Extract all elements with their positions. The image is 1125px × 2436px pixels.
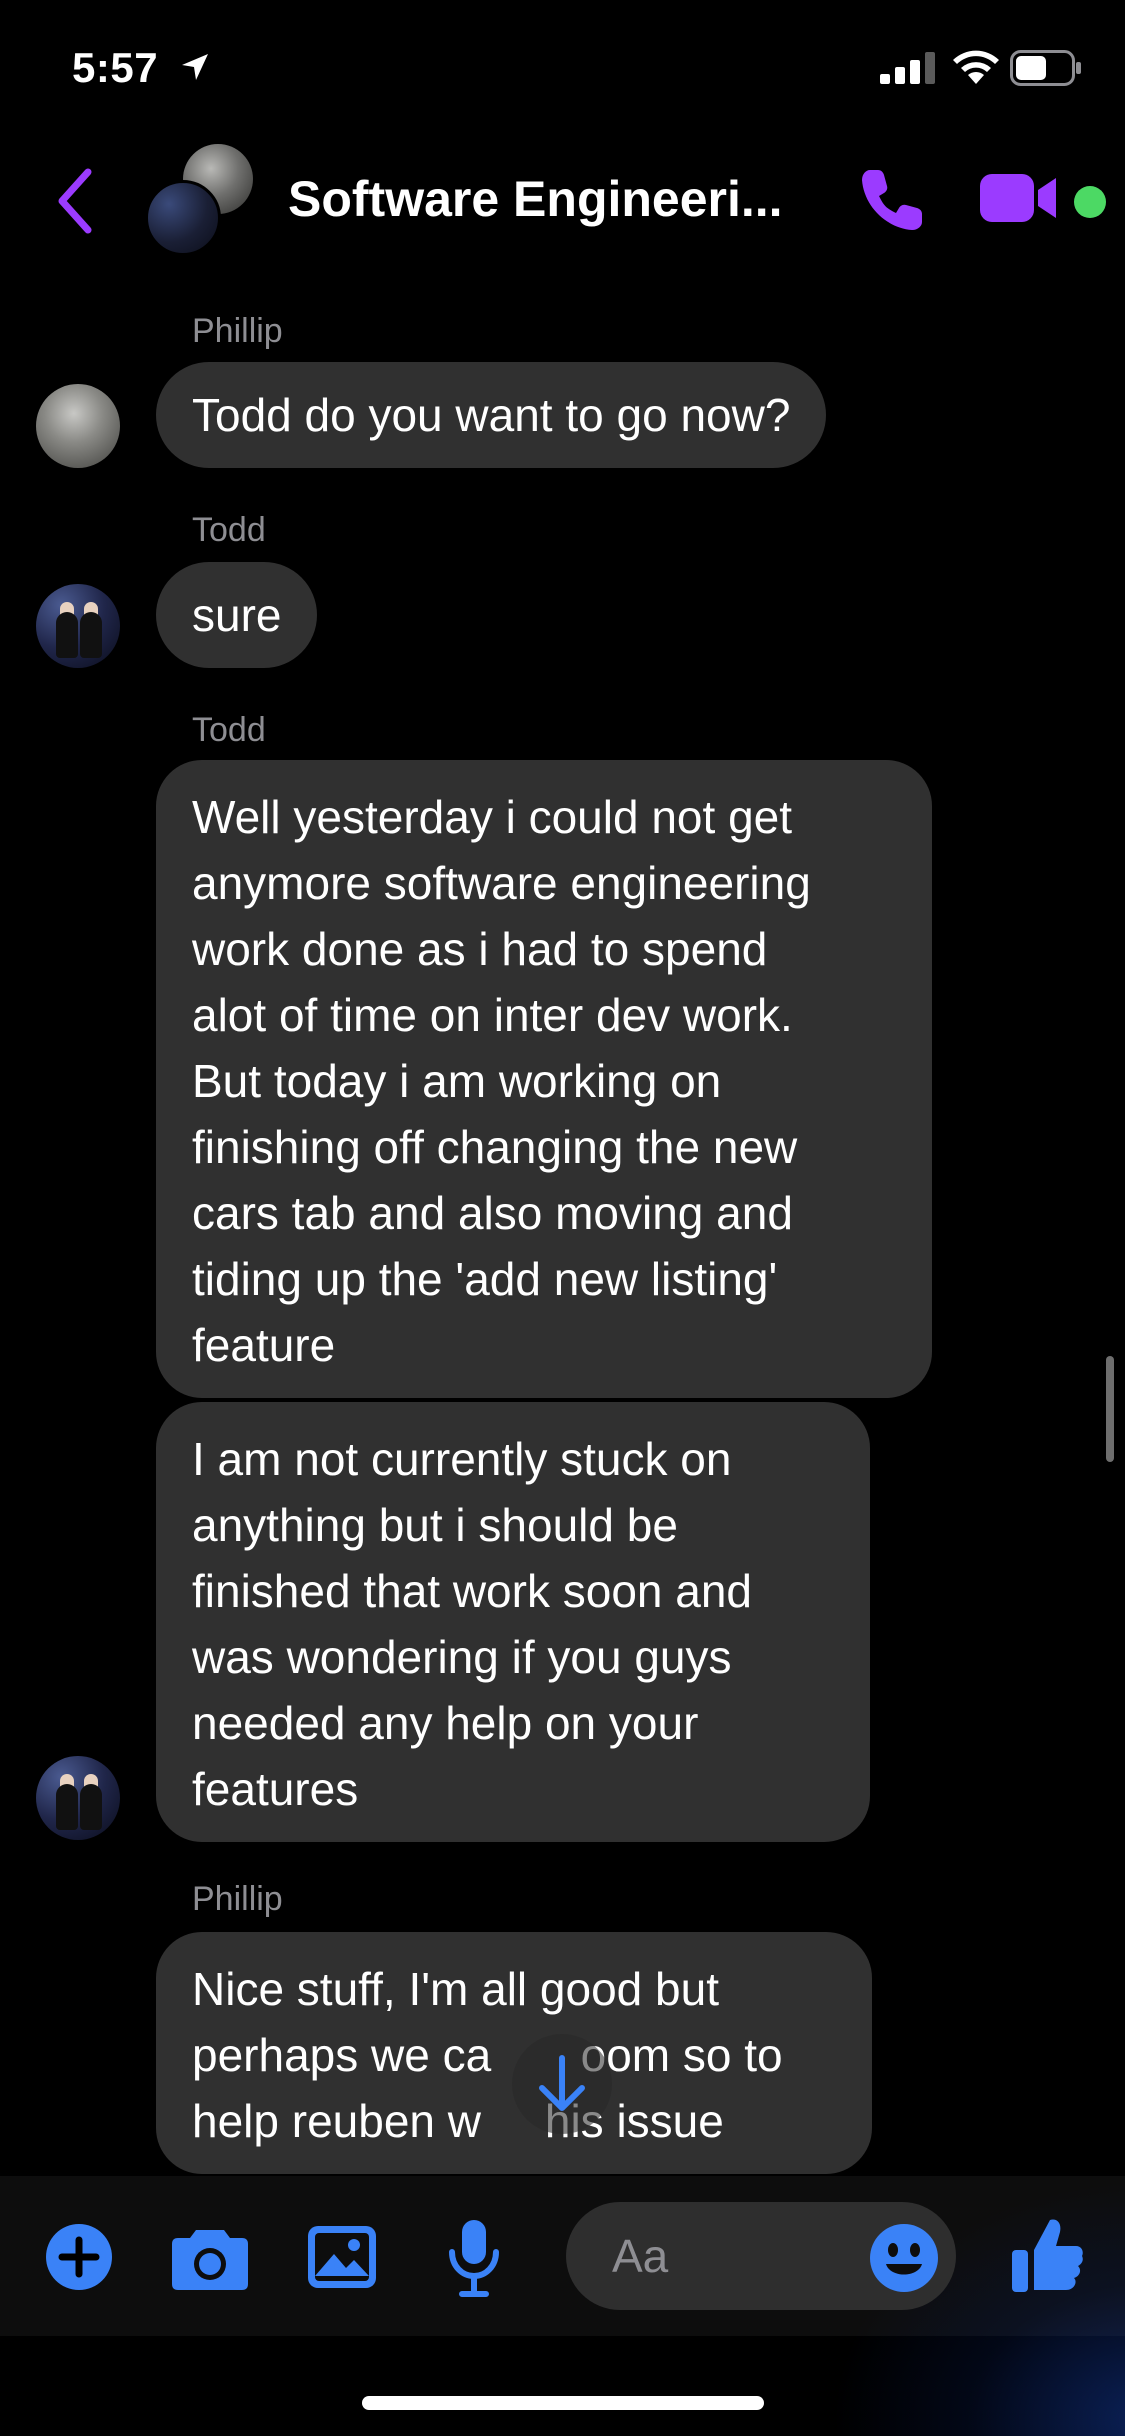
camera-icon[interactable]: [170, 2222, 250, 2292]
back-chevron-icon[interactable]: [50, 166, 100, 236]
sender-name: Phillip: [192, 1880, 283, 1918]
emoji-icon[interactable]: [868, 2222, 940, 2294]
message-bubble[interactable]: sure: [156, 562, 318, 668]
location-arrow-icon: [182, 54, 208, 80]
chat-header: Software Engineeri...: [0, 140, 1125, 270]
avatar[interactable]: [36, 584, 120, 668]
sender-name: Todd: [192, 711, 266, 749]
plus-icon[interactable]: [44, 2222, 114, 2292]
message-line: work done as i had to spend: [192, 923, 768, 975]
message-line: anymore software engineering: [192, 857, 811, 909]
message-line: anything but i should be: [192, 1499, 678, 1551]
chat-title[interactable]: Software Engineeri...: [288, 170, 783, 228]
message-line: cars tab and also moving and: [192, 1187, 793, 1239]
microphone-icon[interactable]: [446, 2218, 502, 2298]
message-line: finishing off changing the new: [192, 1121, 798, 1173]
message-bubble[interactable]: Todd do you want to go now?: [156, 362, 827, 468]
message-bubble[interactable]: I am not currently stuck on anything but…: [156, 1402, 870, 1842]
message-line: Well yesterday i could not get: [192, 791, 793, 843]
photo-icon[interactable]: [306, 2224, 378, 2290]
message-line: tiding up the 'add new listing': [192, 1253, 778, 1305]
avatar[interactable]: [36, 384, 120, 468]
message-line: But today i am working on: [192, 1055, 722, 1107]
message-line: feature: [192, 1319, 336, 1371]
group-avatar-member-2: [145, 180, 221, 256]
scroll-to-bottom-button[interactable]: [512, 2034, 612, 2134]
message-line: Nice stuff, I'm all good but: [192, 1963, 719, 2015]
arrow-down-icon: [539, 2055, 585, 2111]
message-line: finished that work soon and: [192, 1565, 753, 1617]
message-line: I am not currently stuck on: [192, 1433, 732, 1485]
phone-icon[interactable]: [856, 164, 928, 236]
thumbs-up-icon[interactable]: [1010, 2214, 1084, 2294]
video-camera-icon[interactable]: [978, 168, 1058, 228]
messenger-chat-screen: 5:57 Software Engineeri... Phillip Todd …: [0, 0, 1125, 2436]
avatar[interactable]: [36, 1756, 120, 1840]
message-bubble[interactable]: Well yesterday i could not get anymore s…: [156, 760, 932, 1398]
message-line: Todd do you want to go now?: [192, 389, 791, 441]
sender-name: Phillip: [192, 312, 283, 350]
signal-icon: [880, 52, 935, 84]
wifi-icon: [953, 50, 999, 84]
message-line: sure: [192, 589, 282, 641]
scroll-indicator[interactable]: [1106, 1356, 1114, 1462]
battery-icon: [1010, 50, 1081, 86]
group-avatar[interactable]: [145, 140, 265, 260]
message-line: alot of time on inter dev work.: [192, 989, 793, 1041]
home-indicator[interactable]: [362, 2396, 764, 2410]
active-status-dot: [1074, 186, 1106, 218]
sender-name: Todd: [192, 511, 266, 549]
message-line: was wondering if you guys: [192, 1631, 732, 1683]
message-line: features: [192, 1763, 359, 1815]
message-line: needed any help on your: [192, 1697, 699, 1749]
status-time: 5:57: [72, 44, 159, 91]
status-bar: 5:57: [0, 0, 1125, 140]
